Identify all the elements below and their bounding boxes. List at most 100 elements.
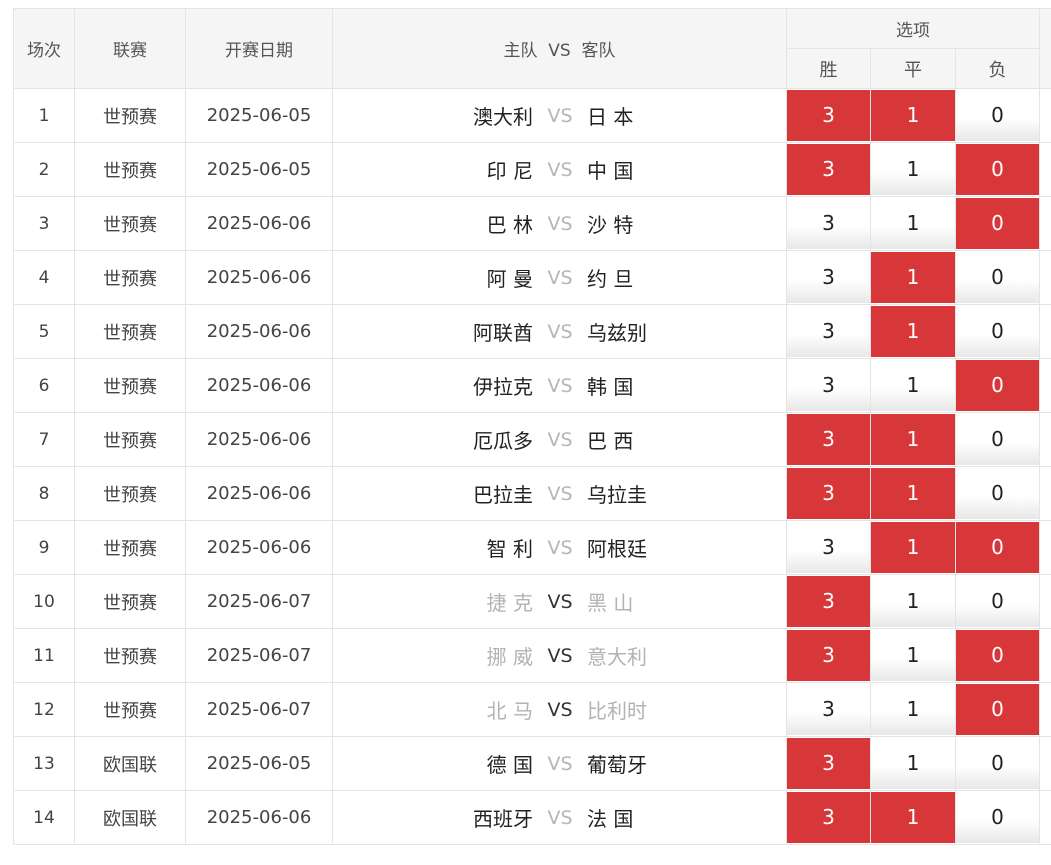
opt-lose-button[interactable]: 0 [956,144,1040,195]
opt-draw-button[interactable]: 1 [871,360,955,411]
row-date: 2025-06-05 [185,736,333,791]
opt-draw-button[interactable]: 1 [871,252,955,303]
opt-lose-cell: 0 [954,358,1041,413]
opt-draw-button[interactable]: 1 [871,468,955,519]
header-options: 选项 [785,8,1041,49]
row-index: 4 [13,250,75,305]
opt-draw-button[interactable]: 1 [871,306,955,357]
row-date: 2025-06-07 [185,628,333,683]
opt-lose-button[interactable]: 0 [956,792,1040,843]
table-row: 8 世预赛 2025-06-06 巴拉圭 VS 乌拉圭 3 1 0 [13,466,1051,521]
row-date: 2025-06-06 [185,466,333,521]
match-table-container: 场次 联赛 开赛日期 主队 VS 客队 选项 胜 平 负 1 世预赛 2025-… [13,8,1051,845]
row-index: 7 [13,412,75,467]
vs-label: VS [547,104,573,127]
opt-lose-cell: 0 [954,790,1041,845]
table-row: 14 欧国联 2025-06-06 西班牙 VS 法 国 3 1 0 [13,790,1051,845]
opt-win-cell: 3 [786,790,871,845]
table-row: 4 世预赛 2025-06-06 阿 曼 VS 约 旦 3 1 0 [13,250,1051,305]
opt-win-button[interactable]: 3 [787,306,870,357]
row-edge [1039,196,1051,251]
opt-draw-button[interactable]: 1 [871,144,955,195]
opt-lose-button[interactable]: 0 [956,198,1040,249]
row-league: 世预赛 [74,358,186,413]
opt-win-cell: 3 [786,682,871,737]
header-league: 联赛 [74,8,186,89]
row-match: 西班牙 VS 法 国 [332,790,787,845]
opt-lose-button[interactable]: 0 [956,738,1040,789]
table-row: 7 世预赛 2025-06-06 厄瓜多 VS 巴 西 3 1 0 [13,412,1051,467]
opt-draw-button[interactable]: 1 [871,630,955,681]
home-team: 巴拉圭 [473,483,533,507]
opt-win-button[interactable]: 3 [787,792,870,843]
home-team: 西班牙 [473,807,533,831]
row-league: 欧国联 [74,790,186,845]
opt-draw-button[interactable]: 1 [871,90,955,141]
home-team: 厄瓜多 [473,429,533,453]
away-team: 意大利 [587,645,647,669]
opt-win-cell: 3 [786,574,871,629]
opt-win-button[interactable]: 3 [787,144,870,195]
opt-draw-button[interactable]: 1 [871,576,955,627]
opt-win-cell: 3 [786,358,871,413]
opt-win-button[interactable]: 3 [787,684,870,735]
row-edge [1039,466,1051,521]
row-index: 5 [13,304,75,359]
opt-win-button[interactable]: 3 [787,630,870,681]
row-index: 8 [13,466,75,521]
opt-lose-button[interactable]: 0 [956,684,1040,735]
opt-lose-button[interactable]: 0 [956,252,1040,303]
opt-win-cell: 3 [786,520,871,575]
away-team: 法 国 [587,807,634,831]
opt-lose-button[interactable]: 0 [956,522,1040,573]
row-match: 巴 林 VS 沙 特 [332,196,787,251]
opt-lose-cell: 0 [954,412,1041,467]
opt-lose-cell: 0 [954,88,1041,143]
opt-win-button[interactable]: 3 [787,360,870,411]
opt-draw-button[interactable]: 1 [871,738,955,789]
row-date: 2025-06-06 [185,250,333,305]
row-index: 2 [13,142,75,197]
opt-win-button[interactable]: 3 [787,468,870,519]
opt-win-cell: 3 [786,736,871,791]
opt-lose-button[interactable]: 0 [956,306,1040,357]
table-body: 1 世预赛 2025-06-05 澳大利 VS 日 本 3 1 0 2 世预赛 … [13,88,1051,845]
opt-lose-cell: 0 [954,466,1041,521]
opt-win-button[interactable]: 3 [787,90,870,141]
row-league: 世预赛 [74,682,186,737]
opt-draw-button[interactable]: 1 [871,792,955,843]
opt-lose-button[interactable]: 0 [956,576,1040,627]
opt-win-button[interactable]: 3 [787,198,870,249]
opt-win-button[interactable]: 3 [787,414,870,465]
opt-draw-button[interactable]: 1 [871,684,955,735]
vs-label: VS [547,320,573,343]
row-date: 2025-06-07 [185,682,333,737]
opt-lose-button[interactable]: 0 [956,360,1040,411]
row-match: 阿联酋 VS 乌兹别 [332,304,787,359]
header-edge [1039,8,1051,89]
opt-draw-button[interactable]: 1 [871,198,955,249]
opt-lose-button[interactable]: 0 [956,90,1040,141]
opt-win-button[interactable]: 3 [787,252,870,303]
opt-draw-cell: 1 [870,790,956,845]
opt-win-button[interactable]: 3 [787,576,870,627]
away-team: 中 国 [587,159,634,183]
row-date: 2025-06-06 [185,358,333,413]
opt-draw-button[interactable]: 1 [871,414,955,465]
opt-draw-button[interactable]: 1 [871,522,955,573]
opt-lose-button[interactable]: 0 [956,468,1040,519]
opt-win-button[interactable]: 3 [787,738,870,789]
table-header: 场次 联赛 开赛日期 主队 VS 客队 选项 胜 平 负 [13,8,1051,89]
opt-lose-button[interactable]: 0 [956,630,1040,681]
away-team: 阿根廷 [587,537,647,561]
opt-win-cell: 3 [786,304,871,359]
table-row: 11 世预赛 2025-06-07 挪 威 VS 意大利 3 1 0 [13,628,1051,683]
opt-lose-cell: 0 [954,736,1041,791]
vs-label: VS [547,698,573,721]
row-date: 2025-06-07 [185,574,333,629]
opt-lose-cell: 0 [954,628,1041,683]
opt-draw-cell: 1 [870,574,956,629]
opt-lose-button[interactable]: 0 [956,414,1040,465]
row-match: 印 尼 VS 中 国 [332,142,787,197]
opt-win-button[interactable]: 3 [787,522,870,573]
